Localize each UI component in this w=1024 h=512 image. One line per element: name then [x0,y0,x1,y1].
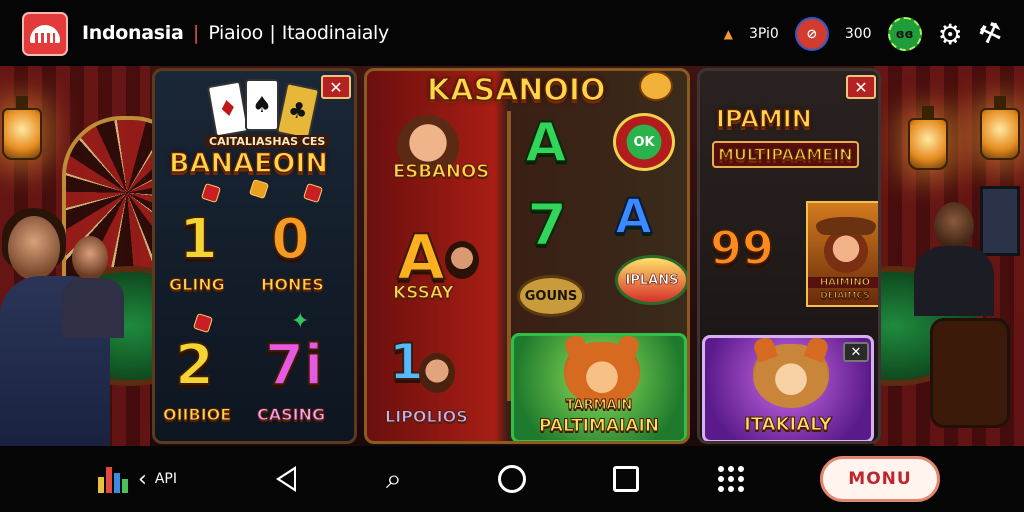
tools-icon[interactable]: ⚒ [974,16,1006,52]
flame-icon[interactable]: ▲ [724,27,733,41]
app-title: Indonasia | Piaioo | Itaodinaialy [82,22,389,44]
close-icon[interactable]: ✕ [846,75,876,99]
player-avatar [72,236,108,280]
lion-icon [753,344,829,408]
grid-icon [718,466,744,492]
menu-button[interactable]: MONU [820,456,940,502]
dice-icon [200,182,222,204]
lion-icon [564,342,640,406]
top-icons: ▲ 3Pi0 ⊘ 300 ɞɞ ⚙ ⚒ [724,16,1007,52]
app-logo[interactable] [22,12,68,56]
bar-chart-icon [98,465,128,493]
title-tag-1: Piaioo [208,22,264,44]
no-entry-icon[interactable]: ⊘ [794,17,829,51]
game-number: 7i [264,332,324,399]
search-icon: ⌕ [386,462,402,495]
game-label[interactable]: GLING [169,275,226,295]
slot-symbol: A [524,110,568,175]
game-label[interactable]: OIIBIOE [162,405,231,425]
tile-label: PALTIMAIAIN [538,416,660,437]
dice-icon [248,178,270,200]
card-label: DEIAIMCS [820,291,871,302]
player-avatar [934,202,974,250]
chair [930,318,1010,428]
back-button[interactable] [276,462,296,496]
panel-heading-top: IPAMIN [715,104,812,134]
character-avatar [419,353,455,393]
casino-scene: ✕ ♦ ♠ ♣ CAITALIASHAS CES BANAEOIN 1 GLIN… [0,66,1024,446]
game-panel-multipaamein[interactable]: ✕ IPAMIN MULTIPAAMEIN 99 HAIMINO DEIAIMC… [697,68,881,444]
panel-title: KASANOIO [426,72,606,109]
slot-symbol: A [614,188,653,246]
title-separator-2: | [269,22,276,44]
character-card[interactable]: HAIMINO DEIAIMCS [806,201,878,307]
game-tile-paltimaiain[interactable]: TARMAIN PALTIMAIAIN [511,333,687,441]
home-button[interactable] [498,462,526,496]
iplans-chip[interactable]: IPLANS [615,255,687,305]
player-avatar [8,216,60,280]
bottom-number: 1 [388,332,425,392]
app-root: Indonasia | Piaioo | Itaodinaialy ▲ 3Pi0… [0,0,1024,512]
temple-icon [30,25,60,43]
gouns-chip[interactable]: GOUNS [517,275,585,317]
title-text: Indonasia [82,22,184,44]
panel-subheading: CAITALIASHAS CES [205,135,330,148]
api-nav-item[interactable]: ‹ API [98,462,177,496]
close-icon[interactable]: ✕ [843,342,869,362]
chip-icon [639,71,673,101]
wall-lamp-icon [980,96,1020,166]
player-body [914,246,994,316]
game-number: 0 [270,206,311,273]
card-label-top: HAIMINO [808,277,878,289]
clover-icon: ✦ [291,309,310,334]
back-triangle-icon [276,466,296,492]
back-chevron-icon: ‹ [138,466,147,492]
wall-lamp-icon [908,106,948,176]
top-bar: Indonasia | Piaioo | Itaodinaialy ▲ 3Pi0… [0,0,1024,66]
panel-heading: BANAEOIN [168,148,329,180]
recents-square-icon [613,466,639,492]
feature-label[interactable]: KSSAY [393,283,455,304]
hat-icon [816,217,876,235]
tile-label-top: TARMAIN [565,398,633,414]
stat-2: 300 [844,26,872,42]
game-label[interactable]: CASING [256,405,325,425]
title-tag-2: Itaodinaialy [281,22,390,44]
cowboy-avatar [824,229,868,273]
home-circle-icon [498,465,526,493]
game-panel-kasanoio[interactable]: KASANOIO ESBANOS A KSSAY 1 LIPOLIOS A OK… [364,68,690,444]
title-separator: | [192,22,199,44]
playing-cards-icon: ♦ ♠ ♣ [206,79,331,140]
slot-symbol: 7 [526,190,568,260]
wall-lamp-icon [2,96,42,166]
jackpot-number: 99 [709,220,775,276]
character-avatar [445,241,479,279]
api-label: API [154,471,177,487]
bottom-label[interactable]: LIPOLIOS [385,407,469,427]
gear-icon[interactable]: ⚙ [938,18,963,51]
dice-icon [302,182,324,204]
search-button[interactable]: ⌕ [386,462,402,496]
bottom-nav: ‹ API ⌕ MONU [0,446,1024,512]
green-badge-icon[interactable]: ɞɞ [887,17,922,51]
apps-grid-button[interactable] [718,462,744,496]
recents-button[interactable] [613,462,639,496]
player-body [62,278,124,338]
slot-monitor [980,186,1020,256]
stat-1: 3Pi0 [749,26,779,42]
dice-icon [192,312,214,334]
game-number: 2 [174,332,215,399]
game-label[interactable]: HONES [261,275,325,295]
slot-chip: OK [613,113,675,171]
panel-heading: MULTIPAAMEIN [712,141,859,168]
game-number: 1 [178,206,219,273]
game-tile-itakialy[interactable]: ✕ ITAKIALY [702,335,874,441]
promo-label[interactable]: ESBANOS [392,161,489,183]
game-panel-banaeoin[interactable]: ✕ ♦ ♠ ♣ CAITALIASHAS CES BANAEOIN 1 GLIN… [152,68,357,444]
tile-label: ITAKIALY [744,414,833,436]
